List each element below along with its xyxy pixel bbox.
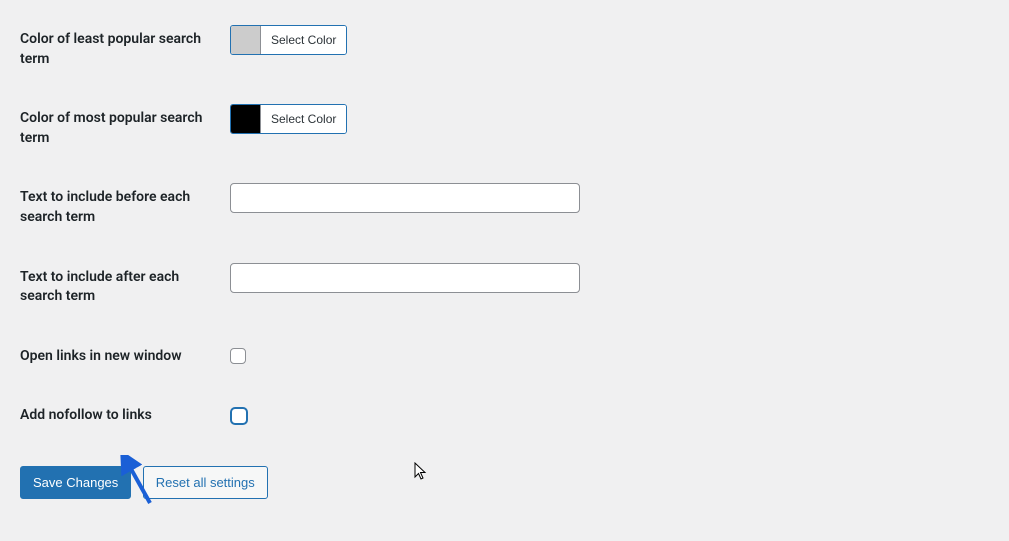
after-text-label: Text to include after each search term bbox=[20, 269, 179, 305]
save-button[interactable]: Save Changes bbox=[20, 466, 131, 500]
after-text-input[interactable] bbox=[230, 263, 580, 293]
color-swatch-icon bbox=[231, 105, 261, 133]
select-color-button[interactable]: Select Color bbox=[261, 26, 346, 54]
most-color-picker[interactable]: Select Color bbox=[230, 104, 347, 134]
nofollow-label: Add nofollow to links bbox=[20, 407, 152, 423]
least-color-label: Color of least popular search term bbox=[20, 31, 201, 67]
before-text-input[interactable] bbox=[230, 183, 580, 213]
reset-button[interactable]: Reset all settings bbox=[143, 466, 268, 500]
new-window-label: Open links in new window bbox=[20, 348, 182, 364]
new-window-checkbox[interactable] bbox=[230, 348, 246, 364]
color-swatch-icon bbox=[231, 26, 261, 54]
select-color-button[interactable]: Select Color bbox=[261, 105, 346, 133]
settings-table: Color of least popular search term Selec… bbox=[0, 10, 1009, 446]
most-color-label: Color of most popular search term bbox=[20, 110, 202, 146]
nofollow-checkbox[interactable] bbox=[230, 407, 248, 425]
submit-row: Save Changes Reset all settings bbox=[0, 446, 1009, 520]
least-color-picker[interactable]: Select Color bbox=[230, 25, 347, 55]
before-text-label: Text to include before each search term bbox=[20, 189, 190, 225]
